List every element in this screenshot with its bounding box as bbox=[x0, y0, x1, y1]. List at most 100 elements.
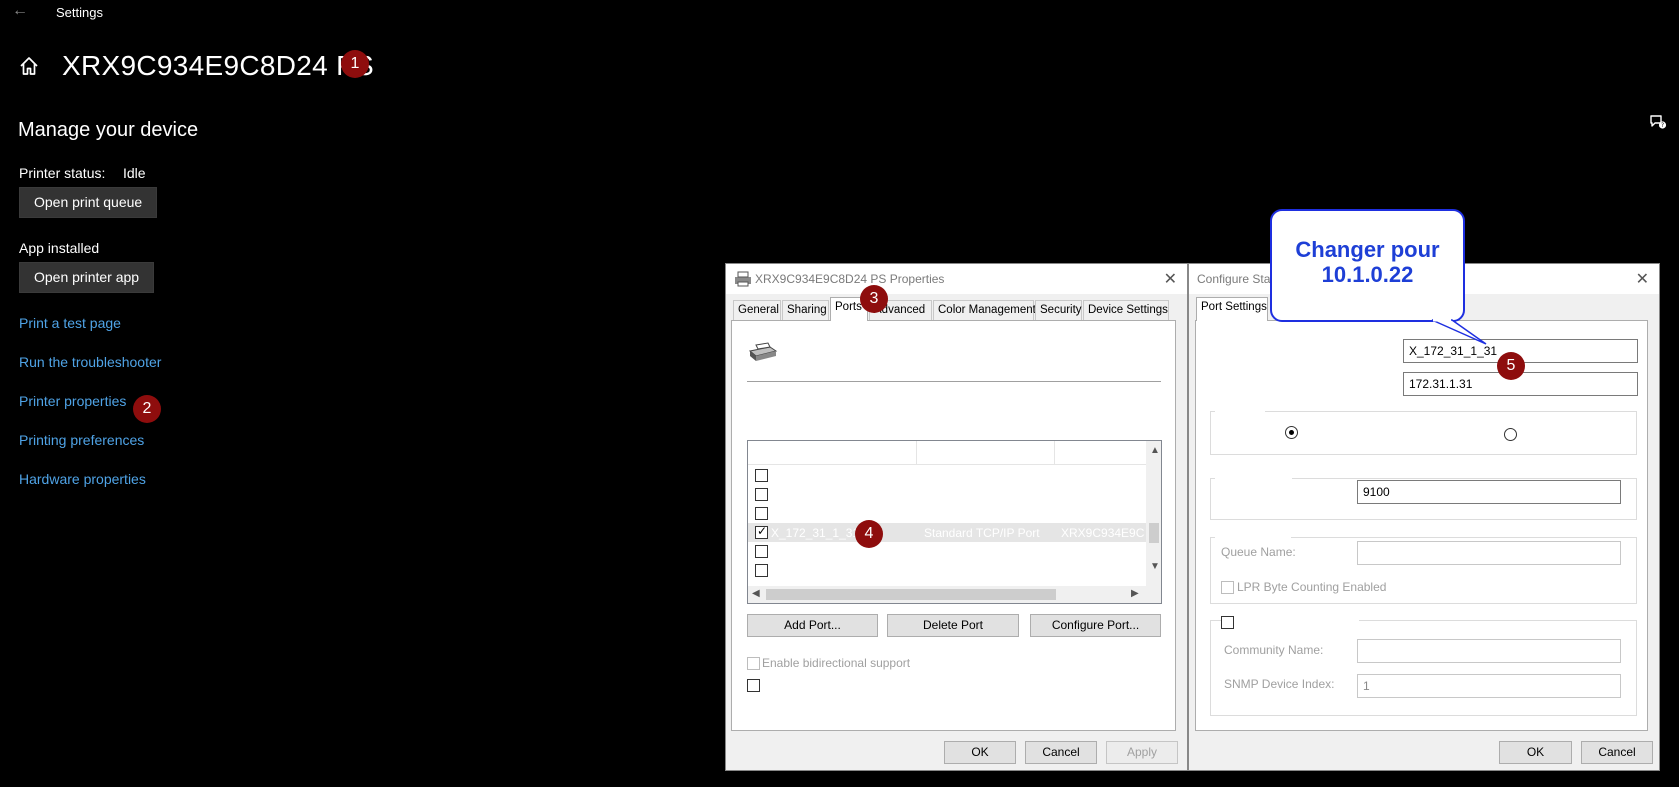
port-cell: 192.168.1.230 bbox=[771, 488, 848, 502]
description-cell: Local Port bbox=[924, 564, 979, 578]
close-icon[interactable]: ✕ bbox=[1636, 269, 1649, 289]
lpr-radio[interactable] bbox=[1504, 428, 1517, 441]
port-cell: PORTPROMPT: bbox=[771, 545, 858, 559]
scroll-left-icon[interactable]: ◀ bbox=[752, 588, 760, 599]
divider bbox=[747, 381, 1161, 382]
pooling-label: Enable printer pooling bbox=[762, 678, 879, 692]
scroll-down-icon[interactable]: ▼ bbox=[1150, 561, 1160, 572]
ports-list-header: Port Description Printer bbox=[748, 441, 1146, 465]
description-cell: Standard TCP/IP Port bbox=[924, 507, 1040, 521]
lpr-byte-counting-label: LPR Byte Counting Enabled bbox=[1237, 580, 1387, 594]
port-checkbox[interactable] bbox=[755, 469, 768, 482]
apply-button[interactable]: Apply bbox=[1106, 741, 1178, 764]
open-printer-app-button[interactable]: Open printer app bbox=[19, 262, 155, 293]
column-header-printer[interactable]: Printer bbox=[1061, 446, 1096, 460]
run-troubleshooter-link[interactable]: Run the troubleshooter bbox=[19, 354, 161, 370]
configure-port-button[interactable]: Configure Port... bbox=[1030, 614, 1161, 637]
port-cell: 192.168.1.100_3 bbox=[771, 469, 862, 483]
port-number-label: Port Number: bbox=[1221, 485, 1293, 499]
tab-general[interactable]: General bbox=[733, 300, 781, 320]
printer-cell: Microsoft XPS D bbox=[1061, 545, 1145, 559]
port-checkbox[interactable] bbox=[755, 507, 768, 520]
queue-name-field[interactable] bbox=[1357, 541, 1621, 565]
delete-port-button[interactable]: Delete Port bbox=[887, 614, 1019, 637]
tab-color-management[interactable]: Color Management bbox=[933, 300, 1036, 320]
printer-status-value: Idle bbox=[123, 165, 146, 181]
printer-icon bbox=[748, 342, 778, 361]
scroll-right-icon[interactable]: ▶ bbox=[1131, 588, 1139, 599]
horizontal-scrollbar[interactable]: ◀ ▶ bbox=[748, 586, 1146, 603]
callout-pointer bbox=[1431, 318, 1487, 345]
dialog-title: XRX9C934E9C8D24 PS Properties bbox=[755, 272, 945, 286]
vertical-scrollbar[interactable]: ▲ ▼ bbox=[1146, 441, 1161, 603]
raw-settings-label: Raw Settings bbox=[1215, 465, 1292, 479]
table-row[interactable]: 192.168.1.230 Standard TCP/IP Port Canon… bbox=[748, 485, 1146, 504]
snmp-device-index-field[interactable]: 1 bbox=[1357, 674, 1621, 698]
feedback-icon[interactable]: ? bbox=[1649, 113, 1667, 131]
scroll-thumb[interactable] bbox=[1149, 523, 1159, 543]
description-cell: Standard TCP/IP Port bbox=[924, 526, 1040, 540]
hardware-properties-link[interactable]: Hardware properties bbox=[19, 471, 146, 487]
table-row[interactable]: X_10_3_0_17 Standard TCP/IP Port Xerox A… bbox=[748, 504, 1146, 523]
window-title: Settings bbox=[56, 5, 103, 20]
lpr-label: LPR bbox=[1520, 428, 1544, 442]
tab-port-settings[interactable]: Port Settings bbox=[1196, 297, 1268, 321]
dialog-title: Configure Sta bbox=[1197, 272, 1271, 286]
printer-icon bbox=[735, 271, 751, 287]
step-badge-2: 2 bbox=[133, 395, 161, 423]
ok-button[interactable]: OK bbox=[1499, 741, 1572, 764]
back-arrow-icon[interactable]: ← bbox=[12, 2, 28, 20]
table-row[interactable]: X_172_31_1_31 Standard TCP/IP Port XRX9C… bbox=[748, 523, 1146, 542]
scroll-up-icon[interactable]: ▲ bbox=[1150, 445, 1160, 456]
tab-sharing[interactable]: Sharing bbox=[782, 300, 829, 320]
close-icon[interactable]: ✕ bbox=[1164, 269, 1177, 289]
port-checkbox[interactable] bbox=[755, 488, 768, 501]
section-title: Manage your device bbox=[18, 119, 199, 141]
queue-name-label: Queue Name: bbox=[1221, 545, 1296, 559]
description-cell: Standard TCP/IP Port bbox=[924, 469, 1040, 483]
port-checkbox[interactable] bbox=[755, 524, 768, 539]
tab-security[interactable]: Security bbox=[1035, 300, 1082, 320]
community-name-field[interactable] bbox=[1357, 639, 1621, 663]
cancel-button[interactable]: Cancel bbox=[1025, 741, 1097, 764]
printer-properties-link[interactable]: Printer properties bbox=[19, 393, 126, 409]
printer-name-label: XRX9C934E9C8D24 PS bbox=[805, 346, 937, 360]
printer-cell: Canon MF8200C bbox=[1061, 488, 1145, 502]
column-separator[interactable] bbox=[916, 441, 917, 465]
bidirectional-checkbox[interactable] bbox=[747, 657, 760, 670]
ok-button[interactable]: OK bbox=[944, 741, 1016, 764]
open-print-queue-button[interactable]: Open print queue bbox=[19, 187, 158, 218]
step-badge-5: 5 bbox=[1497, 352, 1525, 380]
step-badge-4: 4 bbox=[855, 520, 883, 548]
raw-label: Raw bbox=[1301, 426, 1326, 440]
snmp-status-checkbox[interactable] bbox=[1221, 616, 1234, 629]
cancel-button[interactable]: Cancel bbox=[1581, 741, 1653, 764]
home-icon[interactable] bbox=[18, 55, 40, 77]
raw-radio[interactable] bbox=[1285, 426, 1298, 439]
tab-device-settings[interactable]: Device Settings bbox=[1083, 300, 1169, 320]
scroll-thumb[interactable] bbox=[766, 589, 1056, 600]
dialog-titlebar: XRX9C934E9C8D24 PS Properties ✕ bbox=[726, 264, 1187, 294]
printing-preferences-link[interactable]: Printing preferences bbox=[19, 432, 144, 448]
description-cell: Local Port bbox=[924, 545, 979, 559]
add-port-button[interactable]: Add Port... bbox=[747, 614, 878, 637]
column-separator[interactable] bbox=[1054, 441, 1055, 465]
pooling-checkbox[interactable] bbox=[747, 679, 760, 692]
ports-list[interactable]: Port Description Printer 192.168.1.100_3… bbox=[747, 440, 1162, 604]
table-row[interactable]: PORTPROMPT: Local Port Microsoft XPS D bbox=[748, 542, 1146, 561]
table-row[interactable]: nul: Local Port OneNote (Deskt bbox=[748, 561, 1146, 580]
column-header-port[interactable]: Port bbox=[755, 446, 777, 460]
lpr-byte-counting-checkbox[interactable] bbox=[1221, 581, 1234, 594]
column-header-description[interactable]: Description bbox=[924, 446, 984, 460]
print-test-page-link[interactable]: Print a test page bbox=[19, 315, 121, 331]
port-checkbox[interactable] bbox=[755, 545, 768, 558]
snmp-status-label: SNMP Status Enabled bbox=[1234, 615, 1360, 629]
callout-line-1: Changer pour bbox=[1295, 237, 1440, 262]
protocol-group bbox=[1210, 411, 1637, 455]
snmp-device-index-label: SNMP Device Index: bbox=[1224, 677, 1335, 691]
port-number-field[interactable]: 9100 bbox=[1357, 480, 1621, 504]
table-row[interactable]: 192.168.1.100_3 Standard TCP/IP Port bbox=[748, 466, 1146, 485]
port-checkbox[interactable] bbox=[755, 564, 768, 577]
ports-instructions: Print to the following port(s). Document… bbox=[747, 402, 1088, 431]
port-cell: X_172_31_1_31 bbox=[771, 526, 860, 540]
